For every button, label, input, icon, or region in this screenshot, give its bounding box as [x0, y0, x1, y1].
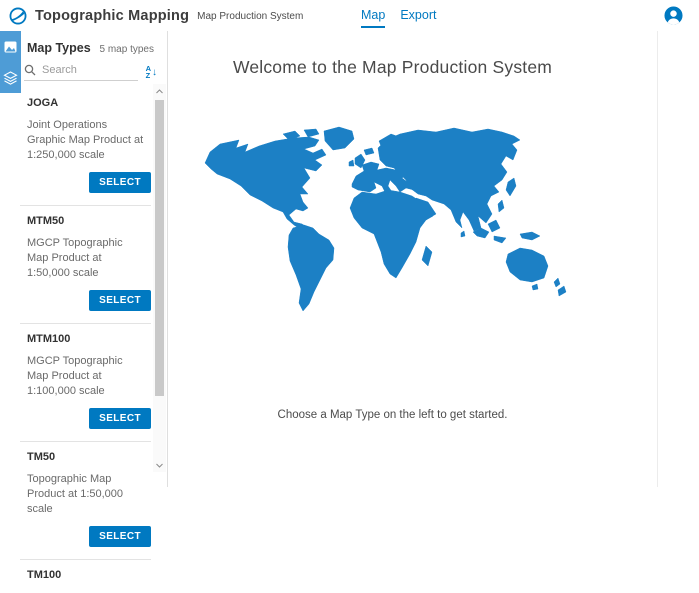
panel-header: Map Types 5 map types	[0, 31, 167, 55]
map-type-name: JOGA	[27, 97, 151, 109]
search-box	[24, 64, 138, 81]
search-icon	[24, 64, 36, 76]
scroll-down-icon[interactable]	[153, 458, 166, 472]
layers-icon[interactable]	[0, 62, 21, 93]
search-input[interactable]	[42, 64, 122, 76]
sort-az-icon[interactable]: A Z ↓	[146, 66, 157, 79]
list-item-tm50: TM50 Topographic Map Product at 1:50,000…	[20, 442, 151, 560]
map-type-description: MGCP Topographic Map Product at 1:50,000…	[27, 236, 145, 281]
map-type-name: TM100	[27, 569, 151, 581]
select-button-joga[interactable]: SELECT	[89, 172, 151, 193]
list-item-joga: JOGA Joint Operations Graphic Map Produc…	[20, 88, 151, 206]
map-type-description: Topographic Map Product at 1:50,000 scal…	[27, 472, 145, 517]
sidebar-scrollbar[interactable]	[153, 84, 166, 472]
search-row: A Z ↓	[24, 64, 157, 81]
select-button-mtm50[interactable]: SELECT	[89, 290, 151, 311]
world-map-image	[203, 125, 583, 315]
map-types-sidebar: Map Types 5 map types A Z ↓ JOGA	[0, 31, 168, 487]
app-subtitle: Map Production System	[197, 9, 303, 22]
welcome-panel: Welcome to the Map Production System	[168, 31, 658, 487]
app-header: Topographic Mapping Map Production Syste…	[0, 0, 699, 31]
panel-title: Map Types	[27, 41, 91, 55]
map-type-name: MTM50	[27, 215, 151, 227]
map-type-description: Joint Operations Graphic Map Product at …	[27, 118, 145, 163]
basemap-icon[interactable]	[0, 31, 21, 62]
tab-export[interactable]: Export	[400, 0, 436, 28]
select-button-tm50[interactable]: SELECT	[89, 526, 151, 547]
map-type-description: MGCP Topographic Map Product at 1:100,00…	[27, 354, 145, 399]
sidebar-icon-rail	[0, 31, 21, 93]
instruction-text: Choose a Map Type on the left to get sta…	[278, 409, 508, 421]
scrollbar-thumb[interactable]	[155, 100, 164, 396]
list-item-mtm50: MTM50 MGCP Topographic Map Product at 1:…	[20, 206, 151, 324]
tab-map[interactable]: Map	[361, 0, 385, 28]
header-tabs: Map Export	[361, 0, 451, 31]
map-type-list: JOGA Joint Operations Graphic Map Produc…	[0, 88, 167, 593]
sort-arrow: ↓	[152, 68, 157, 78]
welcome-title: Welcome to the Map Production System	[233, 57, 552, 78]
app-title: Topographic Mapping	[35, 8, 189, 24]
globe-logo-icon	[9, 7, 27, 25]
map-type-count: 5 map types	[100, 44, 154, 55]
user-avatar-icon[interactable]	[664, 6, 683, 25]
sort-letter-z: Z	[146, 73, 151, 80]
map-type-name: MTM100	[27, 333, 151, 345]
map-type-name: TM50	[27, 451, 151, 463]
list-item-mtm100: MTM100 MGCP Topographic Map Product at 1…	[20, 324, 151, 442]
select-button-mtm100[interactable]: SELECT	[89, 408, 151, 429]
list-item-tm100: TM100	[20, 560, 151, 593]
scroll-up-icon[interactable]	[153, 84, 166, 98]
app-body: Map Types 5 map types A Z ↓ JOGA	[0, 31, 699, 487]
